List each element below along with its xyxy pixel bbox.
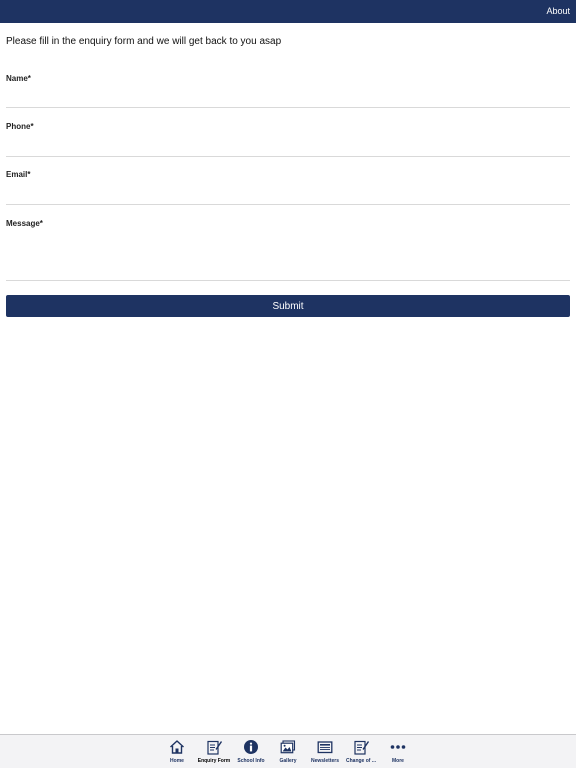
tab-change-of[interactable]: Change of ... (341, 739, 381, 767)
tab-label-school-info: School Info (237, 758, 265, 764)
tab-more[interactable]: More (378, 739, 418, 767)
more-dots-icon (390, 745, 406, 749)
info-icon (244, 740, 258, 754)
home-icon (170, 740, 184, 754)
tab-label-home: Home (170, 758, 184, 764)
tab-gallery[interactable]: Gallery (268, 739, 308, 767)
tab-newsletters[interactable]: Newsletters (305, 739, 345, 767)
tab-enquiry-form[interactable]: Enquiry Form (194, 739, 234, 767)
edit-form-icon (354, 740, 369, 755)
tab-label-change-of: Change of ... (346, 758, 376, 764)
tab-label-gallery: Gallery (279, 758, 297, 764)
message-field[interactable] (6, 233, 570, 281)
bottom-tab-bar: Home Enquiry Form School Info Gallery Ne… (0, 734, 576, 768)
submit-button[interactable]: Submit (6, 295, 570, 317)
form-intro-text: Please fill in the enquiry form and we w… (6, 36, 282, 47)
gallery-icon (280, 740, 296, 754)
tab-label-enquiry-form: Enquiry Form (197, 758, 231, 764)
tab-label-newsletters: Newsletters (310, 758, 340, 764)
top-bar: About (0, 0, 576, 23)
tab-school-info[interactable]: School Info (231, 739, 271, 767)
email-label: Email* (6, 170, 31, 179)
about-link[interactable]: About (546, 6, 570, 16)
app-window: About Please fill in the enquiry form an… (0, 0, 576, 768)
phone-label: Phone* (6, 122, 34, 131)
name-label: Name* (6, 74, 31, 83)
name-field[interactable] (6, 88, 570, 108)
email-field[interactable] (6, 184, 570, 205)
tab-home[interactable]: Home (157, 739, 197, 767)
phone-field[interactable] (6, 136, 570, 157)
newsletter-icon (317, 741, 333, 754)
edit-form-icon (207, 740, 222, 755)
tab-label-more: More (392, 758, 404, 764)
message-label: Message* (6, 219, 43, 228)
